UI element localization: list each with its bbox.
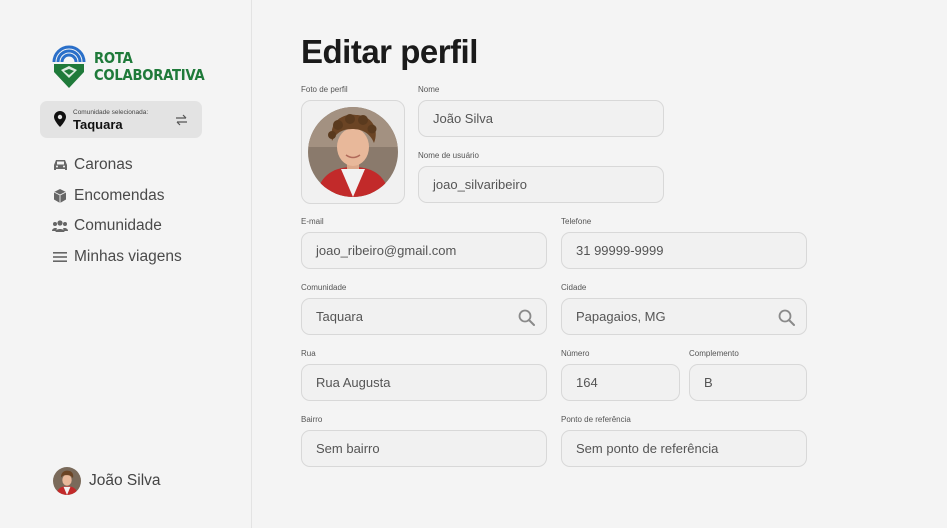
phone-label: Telefone xyxy=(561,217,592,226)
sidebar: ROTA COLABORATIVA Comunidade selecionada… xyxy=(0,0,252,528)
list-icon xyxy=(52,249,68,265)
photo-label: Foto de perfil xyxy=(301,85,348,94)
sidebar-nav: Caronas Encomendas Comunidade Minhas via… xyxy=(52,150,182,272)
complement-label: Complemento xyxy=(689,349,739,358)
city-field[interactable]: Papagaios, MG xyxy=(561,298,807,335)
community-value: Taquara xyxy=(316,309,363,324)
email-label: E-mail xyxy=(301,217,324,226)
logo-icon xyxy=(52,45,86,88)
street-label: Rua xyxy=(301,349,316,358)
community-selector[interactable]: Comunidade selecionada: Taquara xyxy=(40,101,202,138)
nav-item-minhas-viagens[interactable]: Minhas viagens xyxy=(52,242,182,273)
page-title: Editar perfil xyxy=(301,33,478,70)
nav-label-encomendas: Encomendas xyxy=(74,186,165,204)
name-label: Nome xyxy=(418,85,440,94)
city-label: Cidade xyxy=(561,283,587,292)
number-label: Número xyxy=(561,349,590,358)
search-icon[interactable] xyxy=(518,309,535,329)
user-profile-link[interactable]: João Silva xyxy=(53,467,161,495)
user-name: João Silva xyxy=(89,472,161,489)
nav-label-comunidade: Comunidade xyxy=(74,217,162,235)
profile-photo xyxy=(308,107,398,197)
reference-field[interactable]: Sem ponto de referência xyxy=(561,430,807,467)
number-field[interactable]: 164 xyxy=(561,364,680,401)
nav-item-encomendas[interactable]: Encomendas xyxy=(52,181,182,212)
district-field[interactable]: Sem bairro xyxy=(301,430,547,467)
app-logo[interactable]: ROTA COLABORATIVA xyxy=(52,44,220,90)
nav-label-minhas-viagens: Minhas viagens xyxy=(74,247,182,265)
district-label: Bairro xyxy=(301,415,323,424)
name-field[interactable]: João Silva xyxy=(418,100,664,137)
swap-icon[interactable] xyxy=(175,113,188,131)
community-caption: Comunidade selecionada: xyxy=(73,109,149,116)
nav-item-caronas[interactable]: Caronas xyxy=(52,150,182,181)
map-pin-icon xyxy=(54,111,66,132)
community-field[interactable]: Taquara xyxy=(301,298,547,335)
street-field[interactable]: Rua Augusta xyxy=(301,364,547,401)
logo-text-line2: COLABORATIVA xyxy=(94,66,205,84)
reference-label: Ponto de referência xyxy=(561,415,631,424)
community-label: Comunidade xyxy=(301,283,347,292)
profile-photo-picker[interactable] xyxy=(301,100,405,204)
avatar xyxy=(53,467,81,495)
logo-text-line1: ROTA xyxy=(94,49,133,67)
nav-label-caronas: Caronas xyxy=(74,156,133,174)
username-label: Nome de usuário xyxy=(418,151,479,160)
complement-field[interactable]: B xyxy=(689,364,807,401)
users-icon xyxy=(52,218,68,234)
package-icon xyxy=(52,188,68,204)
car-icon xyxy=(52,157,68,173)
email-field[interactable]: joao_ribeiro@gmail.com xyxy=(301,232,547,269)
search-icon[interactable] xyxy=(778,309,795,329)
city-value: Papagaios, MG xyxy=(576,309,666,324)
username-field[interactable]: joao_silvaribeiro xyxy=(418,166,664,203)
community-name: Taquara xyxy=(73,117,123,132)
nav-item-comunidade[interactable]: Comunidade xyxy=(52,211,182,242)
phone-field[interactable]: 31 99999-9999 xyxy=(561,232,807,269)
